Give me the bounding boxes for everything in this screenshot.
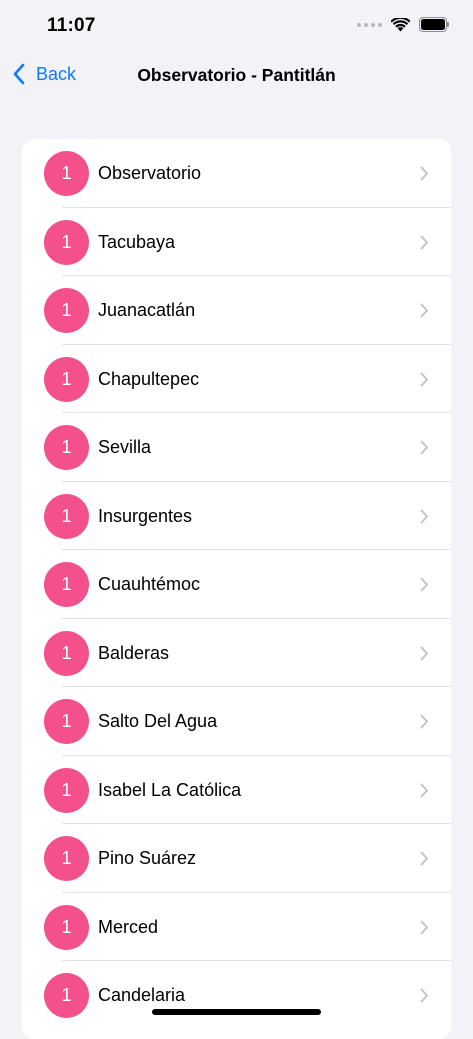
station-row[interactable]: 1 Candelaria xyxy=(22,961,451,1030)
station-name: Sevilla xyxy=(98,437,152,457)
chevron-right-icon xyxy=(420,509,428,523)
cellular-signal-icon xyxy=(357,22,382,27)
station-name: Merced xyxy=(98,916,159,937)
station-row[interactable]: 1 Cuauhtémoc xyxy=(22,550,451,619)
station-name: Insurgentes xyxy=(98,505,193,526)
station-row[interactable]: 1 Pino Suárez xyxy=(22,824,451,893)
station-row[interactable]: 1 Salto Del Agua xyxy=(22,687,451,756)
wifi-icon xyxy=(391,17,410,31)
station-row[interactable]: 1 Observatorio xyxy=(22,139,451,208)
status-icons xyxy=(357,17,449,32)
station-row[interactable]: 1 Chapultepec xyxy=(22,345,451,413)
station-row[interactable]: 1 Insurgentes xyxy=(22,482,451,550)
chevron-right-icon xyxy=(420,235,428,249)
chevron-right-icon xyxy=(420,714,428,729)
page-title: Observatorio - Pantitlán xyxy=(137,65,336,85)
station-name: Cuauhtémoc xyxy=(98,574,201,594)
status-bar: 11:07 xyxy=(0,0,473,54)
station-row[interactable]: 1 Juanacatlán xyxy=(22,276,451,345)
line-badge: 1 xyxy=(44,904,89,950)
line-badge: 1 xyxy=(44,493,89,539)
station-row[interactable]: 1 Balderas xyxy=(22,619,451,687)
station-row[interactable]: 1 Merced xyxy=(22,893,451,961)
station-name: Juanacatlán xyxy=(98,300,196,320)
line-badge: 1 xyxy=(44,836,89,881)
station-name: Observatorio xyxy=(98,163,202,183)
chevron-right-icon xyxy=(420,303,428,318)
station-row[interactable]: 1 Isabel La Católica xyxy=(22,756,451,824)
chevron-right-icon xyxy=(420,783,428,797)
chevron-right-icon xyxy=(420,440,428,455)
line-badge: 1 xyxy=(44,767,89,813)
station-list: 1 Observatorio 1 Tacubaya 1 Juanacatlán 1 Chapu… xyxy=(22,139,451,1039)
line-badge: 1 xyxy=(44,699,89,744)
station-name: Balderas xyxy=(98,642,170,663)
navigation-bar: Back Observatorio - Pantitlán xyxy=(0,54,473,98)
station-name: Isabel La Católica xyxy=(98,779,242,800)
chevron-right-icon xyxy=(420,577,428,592)
station-row[interactable]: 1 Tacubaya xyxy=(22,208,451,276)
station-name: Candelaria xyxy=(98,985,186,1005)
line-badge: 1 xyxy=(44,562,89,607)
line-badge: 1 xyxy=(44,630,89,676)
station-row[interactable]: 1 Sevilla xyxy=(22,413,451,482)
line-badge: 1 xyxy=(44,356,89,402)
chevron-right-icon xyxy=(420,851,428,866)
chevron-right-icon xyxy=(420,920,428,934)
status-time: 11:07 xyxy=(47,15,96,36)
station-name: Pino Suárez xyxy=(98,848,197,868)
home-indicator xyxy=(152,1009,321,1015)
line-badge: 1 xyxy=(44,973,89,1018)
line-badge: 1 xyxy=(44,288,89,333)
line-badge: 1 xyxy=(44,219,89,265)
line-badge: 1 xyxy=(44,425,89,470)
chevron-right-icon xyxy=(420,372,428,386)
chevron-right-icon xyxy=(420,646,428,660)
chevron-right-icon xyxy=(420,166,428,181)
line-badge: 1 xyxy=(44,151,89,196)
battery-icon xyxy=(419,17,449,32)
chevron-right-icon xyxy=(420,988,428,1003)
station-name: Salto Del Agua xyxy=(98,711,218,731)
station-name: Tacubaya xyxy=(98,231,176,252)
station-name: Chapultepec xyxy=(98,368,200,389)
